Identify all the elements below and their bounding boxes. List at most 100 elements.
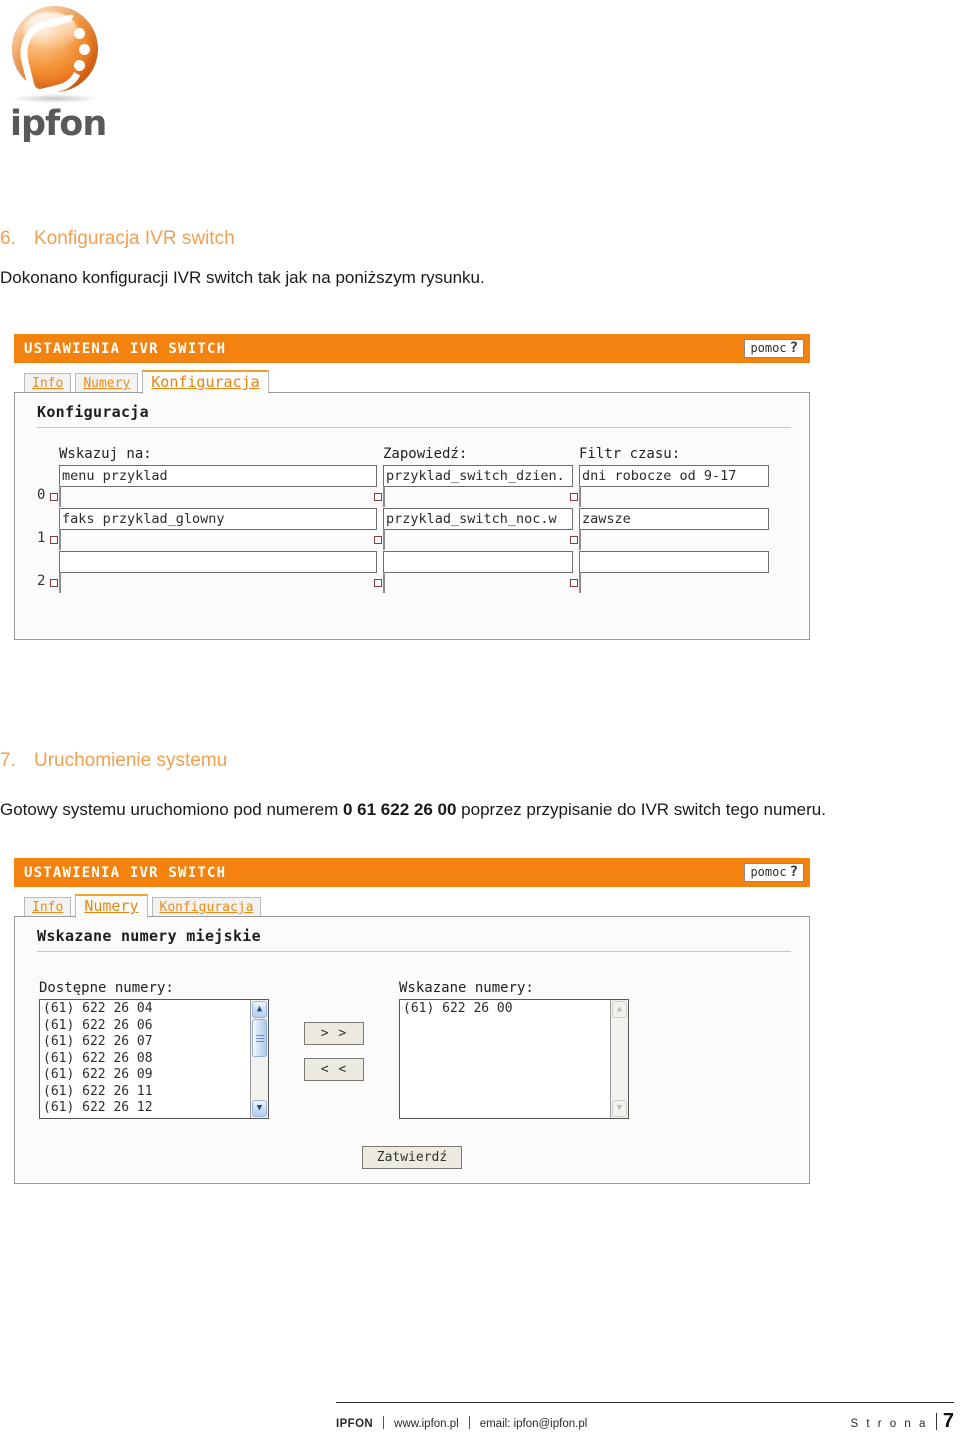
config-row: 1 faks przyklad_glowny przyklad_switch_n…	[37, 508, 809, 550]
list-item[interactable]: (61) 622 26 04	[43, 1001, 250, 1018]
row-1-announcement-input[interactable]: przyklad_switch_noc.w	[383, 508, 573, 530]
question-mark-icon: ?	[789, 340, 798, 356]
tab-info[interactable]: Info	[24, 373, 72, 394]
list-item[interactable]: (61) 622 26 08	[43, 1051, 250, 1068]
logo-wordmark: ipfon	[10, 104, 107, 144]
row-1-target-picker-icon[interactable]	[50, 529, 61, 550]
numbers-tabbar: Info Numery Konfiguracja	[14, 887, 810, 918]
ipfon-sphere-icon	[12, 6, 98, 99]
available-numbers-scrollbar[interactable]: ▲ ▼	[250, 1000, 268, 1118]
row-1-target-cell: faks przyklad_glowny	[50, 508, 383, 550]
assigned-numbers-label: Wskazane numery:	[399, 980, 534, 996]
available-numbers-listbox[interactable]: (61) 622 26 04 (61) 622 26 06 (61) 622 2…	[39, 999, 269, 1119]
assigned-phone-number: 0 61 622 26 00	[343, 800, 457, 819]
footer-separator-2	[468, 1416, 470, 1429]
list-item[interactable]: (61) 622 26 11	[43, 1084, 250, 1101]
row-1-time-filter-cell: zawsze	[570, 508, 775, 550]
scroll-up-arrow-icon[interactable]: ▲	[252, 1001, 267, 1018]
available-numbers-label: Dostępne numery:	[39, 980, 174, 996]
scroll-down-arrow-icon: ▼	[612, 1100, 627, 1117]
assigned-numbers-listbox[interactable]: (61) 622 26 00 ▲ ▼	[399, 999, 629, 1119]
section-6-title: Konfiguracja IVR switch	[34, 228, 235, 249]
section-6-heading: 6. Konfiguracja IVR switch	[0, 228, 235, 250]
row-1-announcement-picker-icon[interactable]	[374, 529, 385, 550]
footer-website[interactable]: www.ipfon.pl	[394, 1418, 459, 1430]
assigned-numbers-block: Wskazane numery: (61) 622 26 00 ▲ ▼	[399, 980, 629, 1119]
footer-email[interactable]: email: ipfon@ipfon.pl	[480, 1418, 588, 1430]
row-2-announcement-picker-icon[interactable]	[374, 572, 385, 593]
section-7-paragraph: Gotowy systemu uruchomiono pod numerem 0…	[0, 800, 826, 820]
row-0-time-filter-cell: dni robocze od 9-17	[570, 465, 775, 507]
column-header-time-filter: Filtr czasu:	[579, 446, 681, 462]
list-item[interactable]: (61) 622 26 06	[43, 1018, 250, 1035]
config-window-title: USTAWIENIA IVR SWITCH	[24, 340, 227, 357]
config-row: 0 menu przyklad przyklad_switch_dzien. d…	[37, 465, 809, 507]
section-7-text-after: poprzez przypisanie do IVR switch tego n…	[456, 800, 826, 819]
row-2-time-filter-cell	[570, 551, 775, 593]
row-0-target-picker-icon[interactable]	[50, 486, 61, 507]
row-1-target-input[interactable]: faks przyklad_glowny	[59, 508, 377, 530]
footer-contact: IPFON www.ipfon.pl email: ipfon@ipfon.pl	[336, 1414, 587, 1430]
row-2-target-cell	[50, 551, 383, 593]
row-0-announcement-picker-icon[interactable]	[374, 486, 385, 507]
list-item[interactable]: (61) 622 26 12	[43, 1100, 250, 1117]
row-1-announcement-cell: przyklad_switch_noc.w	[374, 508, 579, 550]
row-0-time-filter-input[interactable]: dni robocze od 9-17	[579, 465, 769, 487]
confirm-button[interactable]: Zatwierdź	[361, 1146, 463, 1169]
row-2-announcement-input[interactable]	[383, 551, 573, 573]
list-item[interactable]: (61) 622 26 00	[403, 1001, 610, 1018]
available-numbers-items[interactable]: (61) 622 26 04 (61) 622 26 06 (61) 622 2…	[40, 1000, 250, 1118]
submit-row: Zatwierdź	[15, 1146, 809, 1169]
question-mark-icon: ?	[789, 864, 798, 880]
available-numbers-block: Dostępne numery: (61) 622 26 04 (61) 622…	[39, 980, 269, 1119]
row-0-announcement-cell: przyklad_switch_dzien.	[374, 465, 579, 507]
config-row: 2	[37, 551, 809, 593]
row-2-target-input[interactable]	[59, 551, 377, 573]
config-panel-body: Konfiguracja Wskazuj na: Zapowiedź: Filt…	[14, 392, 810, 640]
row-1-time-filter-input[interactable]: zawsze	[579, 508, 769, 530]
row-1-time-filter-picker-icon[interactable]	[570, 529, 581, 550]
scroll-down-arrow-icon[interactable]: ▼	[252, 1100, 267, 1117]
section-7-title: Uruchomienie systemu	[34, 750, 228, 771]
config-window-titlebar: USTAWIENIA IVR SWITCH pomoc ?	[14, 334, 810, 363]
scrollbar-thumb[interactable]	[252, 1019, 267, 1057]
row-0-announcement-input[interactable]: przyklad_switch_dzien.	[383, 465, 573, 487]
ivr-switch-config-window: USTAWIENIA IVR SWITCH pomoc ? Info Numer…	[14, 334, 810, 640]
remove-number-button[interactable]: < <	[303, 1058, 365, 1081]
add-number-button[interactable]: > >	[303, 1022, 365, 1045]
tab-konfiguracja[interactable]: Konfiguracja	[151, 897, 262, 918]
footer-separator-1	[383, 1416, 385, 1429]
scroll-up-arrow-icon: ▲	[612, 1001, 627, 1018]
row-2-announcement-cell	[374, 551, 579, 593]
row-2-time-filter-input[interactable]	[579, 551, 769, 573]
list-item[interactable]: (61) 622 26 09	[43, 1067, 250, 1084]
list-item[interactable]: (61) 622 26 07	[43, 1034, 250, 1051]
numbers-window-titlebar: USTAWIENIA IVR SWITCH pomoc ?	[14, 858, 810, 887]
signal-dot-2	[79, 44, 90, 55]
row-2-time-filter-picker-icon[interactable]	[570, 572, 581, 593]
tab-numery[interactable]: Numery	[75, 894, 148, 918]
help-button-label: pomoc	[750, 865, 787, 879]
section-7-heading: 7. Uruchomienie systemu	[0, 750, 227, 772]
signal-dot-3	[74, 60, 85, 71]
brand-logo: ipfon	[8, 6, 118, 142]
tab-info[interactable]: Info	[24, 897, 72, 918]
page-separator	[935, 1413, 937, 1430]
section-6-paragraph: Dokonano konfiguracji IVR switch tak jak…	[0, 268, 485, 287]
tab-konfiguracja[interactable]: Konfiguracja	[142, 370, 269, 394]
column-header-target: Wskazuj na:	[59, 446, 152, 462]
row-0-time-filter-picker-icon[interactable]	[570, 486, 581, 507]
numbers-window-title: USTAWIENIA IVR SWITCH	[24, 864, 227, 881]
tab-numery[interactable]: Numery	[75, 373, 139, 394]
section-7-text-before: Gotowy systemu uruchomiono pod numerem	[0, 800, 343, 819]
transfer-buttons: > > < <	[269, 980, 399, 1081]
config-tabbar: Info Numery Konfiguracja	[14, 363, 810, 394]
signal-dot-1	[74, 28, 85, 39]
assigned-numbers-items[interactable]: (61) 622 26 00	[400, 1000, 610, 1118]
row-0-target-input[interactable]: menu przyklad	[59, 465, 377, 487]
help-button[interactable]: pomoc ?	[744, 339, 804, 358]
row-0-target-cell: menu przyklad	[50, 465, 383, 507]
numbers-panel-body: Wskazane numery miejskie Dostępne numery…	[14, 916, 810, 1184]
row-2-target-picker-icon[interactable]	[50, 572, 61, 593]
help-button[interactable]: pomoc ?	[744, 863, 804, 882]
